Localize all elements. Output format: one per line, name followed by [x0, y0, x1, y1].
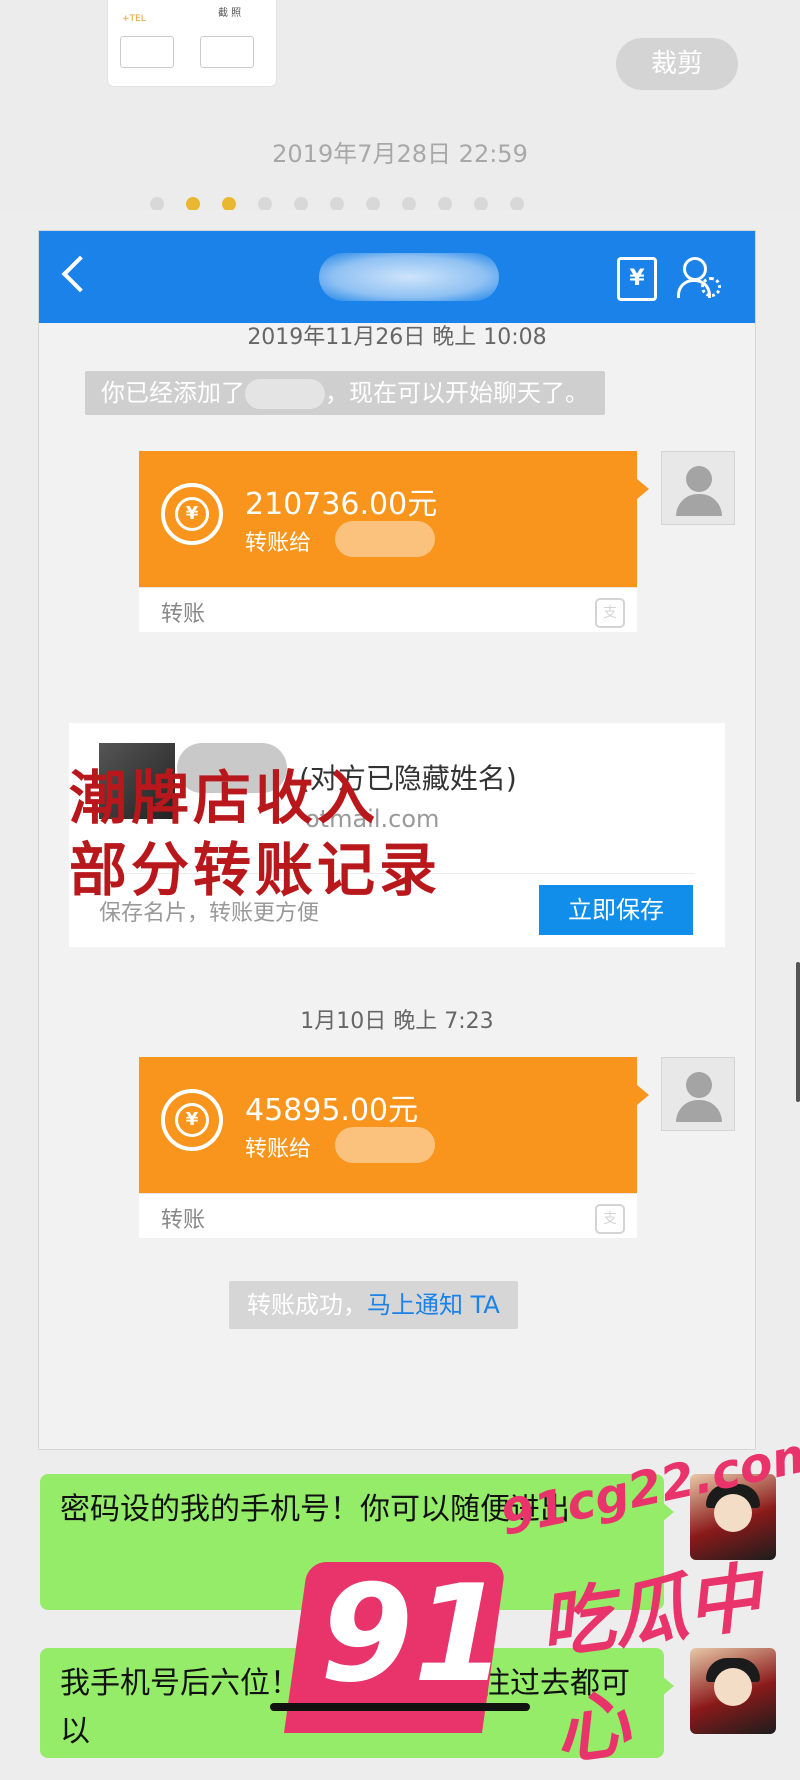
transfer-footer: 转账 支 — [139, 587, 637, 632]
bill-icon[interactable]: ¥ — [617, 257, 657, 301]
crop-button[interactable]: 裁剪 — [616, 38, 738, 90]
alipay-chat-screenshot: ¥ 2019年11月26日 晚上 10:08 你已经添加了 ，现在可以开始聊天了。… — [38, 230, 756, 1450]
redacted-recipient — [335, 1127, 435, 1163]
partial-message-line — [150, 196, 650, 210]
transfer-card-1[interactable]: ¥ 210736.00元 转账给 转账 支 — [139, 451, 649, 632]
redacted-recipient — [335, 521, 435, 557]
sender-avatar-1[interactable] — [661, 451, 735, 525]
thumbnail-card-left — [120, 36, 174, 68]
transfer-to-label: 转账给 — [245, 1137, 312, 1162]
home-indicator[interactable] — [270, 1703, 530, 1711]
wechat-top-area: +TEL 截 照 裁剪 2019年7月28日 22:59 — [0, 0, 800, 210]
alipay-header: ¥ — [39, 231, 755, 323]
scrollbar[interactable] — [796, 962, 800, 1102]
watermark-name: 吃瓜中心 — [534, 1553, 767, 1776]
save-now-button[interactable]: 立即保存 — [539, 885, 693, 935]
watermark-number: 91 — [320, 1556, 507, 1712]
timestamp-jan-10: 1月10日 晚上 7:23 — [300, 1009, 494, 1034]
system-message-after: ，现在可以开始聊天了。 — [325, 379, 589, 407]
notify-ta-link[interactable]: 马上通知 TA — [367, 1291, 500, 1319]
redacted-name — [245, 379, 325, 409]
alipay-logo-icon: 支 — [595, 598, 625, 628]
sender-avatar-2[interactable] — [661, 1057, 735, 1131]
overlay-caption-line1: 潮牌店收入 — [69, 764, 380, 832]
system-message: 你已经添加了 ，现在可以开始聊天了。 — [85, 371, 605, 415]
alipay-logo-icon: 支 — [595, 1204, 625, 1234]
transfer-card-body: ¥ 210736.00元 转账给 — [139, 451, 649, 587]
user-settings-icon[interactable] — [675, 255, 723, 303]
transfer-to-label: 转账给 — [245, 531, 312, 556]
overlay-caption-line2: 部分转账记录 — [69, 836, 442, 904]
message-text: 密码设的我的手机号！你可以随便进出 — [60, 1492, 570, 1527]
transfer-amount: 45895.00元 — [245, 1093, 419, 1128]
thumbnail-tag: +TEL — [122, 14, 146, 24]
image-thumbnail[interactable]: +TEL 截 照 — [108, 0, 276, 86]
contact-name-redacted — [319, 253, 499, 301]
contact-card: (对方已隐藏姓名) otmail.com 保存名片，转账更方便 立即保存 — [69, 723, 725, 947]
transfer-card-body: ¥ 45895.00元 转账给 — [139, 1057, 649, 1193]
chat-timestamp: 2019年7月28日 22:59 — [272, 140, 528, 168]
notice-text: 转账成功， — [247, 1291, 367, 1319]
timestamp-nov-26: 2019年11月26日 晚上 10:08 — [247, 325, 547, 350]
transfer-footer-label: 转账 — [161, 1208, 206, 1233]
transfer-footer: 转账 支 — [139, 1193, 637, 1238]
transfer-coin-icon: ¥ — [161, 483, 223, 545]
transfer-amount: 210736.00元 — [245, 487, 438, 522]
transfer-success-notice: 转账成功，马上通知 TA — [229, 1281, 518, 1329]
transfer-coin-icon: ¥ — [161, 1089, 223, 1151]
back-arrow-icon[interactable] — [61, 255, 99, 293]
transfer-footer-label: 转账 — [161, 602, 206, 627]
system-message-before: 你已经添加了 — [101, 379, 245, 407]
thumbnail-card-right — [200, 36, 254, 68]
transfer-card-2[interactable]: ¥ 45895.00元 转账给 转账 支 — [139, 1057, 649, 1238]
thumbnail-title: 截 照 — [218, 8, 242, 19]
